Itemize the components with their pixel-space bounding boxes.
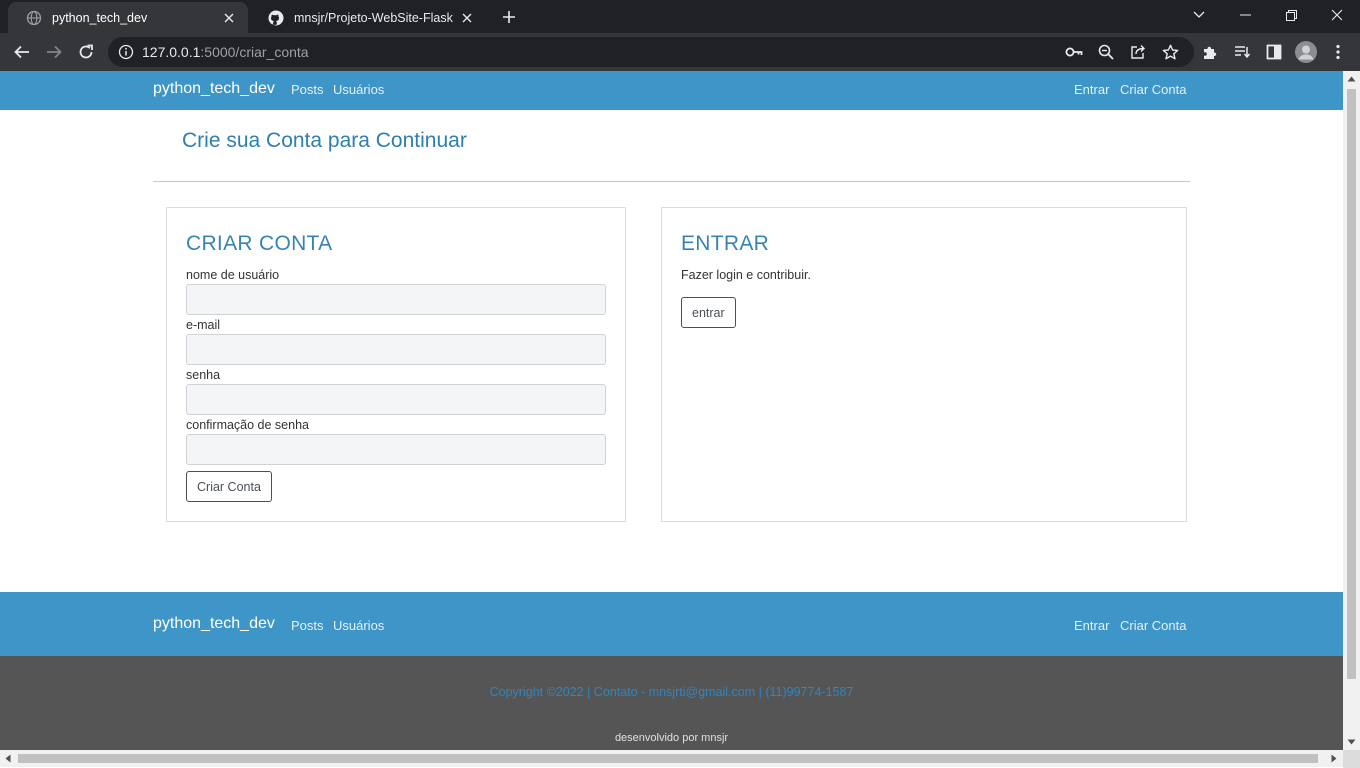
email-input[interactable]	[186, 334, 606, 365]
nav-link-login[interactable]: Entrar	[1074, 82, 1109, 97]
horizontal-scrollbar[interactable]	[0, 750, 1343, 767]
scroll-up-arrow-icon[interactable]	[1347, 76, 1356, 82]
signup-card-title: CRIAR CONTA	[186, 232, 333, 255]
github-icon	[268, 10, 284, 26]
extensions-puzzle-icon[interactable]	[1197, 39, 1223, 65]
url-host: 127.0.0.1	[142, 44, 201, 60]
signup-card: CRIAR CONTA nome de usuário e-mail senha…	[166, 207, 626, 522]
username-input[interactable]	[186, 284, 606, 315]
vertical-scroll-thumb[interactable]	[1347, 89, 1356, 679]
key-icon[interactable]	[1064, 42, 1084, 62]
scroll-down-arrow-icon[interactable]	[1347, 739, 1356, 745]
login-card: ENTRAR Fazer login e contribuir. entrar	[661, 207, 1187, 522]
tab-search-chevron-down-icon[interactable]	[1176, 0, 1222, 30]
footer-link-signup[interactable]: Criar Conta	[1120, 618, 1186, 633]
password-label: senha	[186, 368, 221, 382]
divider	[153, 181, 1190, 182]
browser-toolbar: 127.0.0.1:5000/criar_conta	[0, 33, 1360, 71]
globe-icon	[26, 10, 42, 26]
vertical-scrollbar[interactable]	[1343, 71, 1360, 750]
reload-icon[interactable]	[73, 39, 99, 65]
site-info-icon[interactable]	[118, 44, 134, 63]
footer-navbar: python_tech_dev Posts Usuários Entrar Cr…	[0, 592, 1343, 656]
side-panel-icon[interactable]	[1261, 39, 1287, 65]
tab-python-tech-dev[interactable]: python_tech_dev	[8, 2, 248, 33]
footer-link-posts[interactable]: Posts	[291, 618, 324, 633]
restore-button[interactable]	[1268, 0, 1314, 30]
zoom-out-icon[interactable]	[1096, 42, 1116, 62]
nav-link-signup[interactable]: Criar Conta	[1120, 82, 1186, 97]
top-navbar: python_tech_dev Posts Usuários Entrar Cr…	[0, 71, 1343, 110]
close-tab-icon[interactable]	[458, 9, 476, 27]
profile-avatar[interactable]	[1293, 39, 1319, 65]
horizontal-scroll-thumb[interactable]	[18, 754, 1318, 763]
web-page: python_tech_dev Posts Usuários Entrar Cr…	[0, 71, 1343, 750]
url-path: :5000/criar_conta	[200, 44, 309, 60]
footer-link-users[interactable]: Usuários	[333, 618, 384, 633]
close-window-button[interactable]	[1314, 0, 1360, 30]
create-account-button[interactable]: Criar Conta	[186, 471, 272, 502]
developed-by-text: desenvolvido por mnsjr	[614, 732, 729, 744]
tab-github-repo[interactable]: mnsjr/Projeto-WebSite-Flask	[250, 2, 486, 33]
address-bar[interactable]: 127.0.0.1:5000/criar_conta	[108, 37, 1194, 67]
footer-brand[interactable]: python_tech_dev	[153, 615, 275, 633]
scrollbar-corner	[1343, 750, 1360, 768]
copyright-text: Copyright ©2022 | Contato - mnsjrti@gmai…	[489, 685, 854, 699]
reading-list-icon[interactable]	[1229, 39, 1255, 65]
forward-arrow-icon[interactable]	[41, 39, 67, 65]
minimize-button[interactable]	[1222, 0, 1268, 30]
login-card-title: ENTRAR	[681, 232, 770, 255]
url-text: 127.0.0.1:5000/criar_conta	[142, 44, 309, 60]
login-button[interactable]: entrar	[681, 297, 736, 328]
tab-title: mnsjr/Projeto-WebSite-Flask	[294, 10, 453, 25]
nav-link-posts[interactable]: Posts	[291, 82, 324, 97]
confirm-password-label: confirmação de senha	[186, 418, 309, 432]
password-input[interactable]	[186, 384, 606, 415]
footer-bottom: Copyright ©2022 | Contato - mnsjrti@gmai…	[0, 656, 1343, 750]
share-icon[interactable]	[1128, 42, 1148, 62]
close-tab-icon[interactable]	[220, 9, 238, 27]
scroll-right-arrow-icon[interactable]	[1331, 754, 1337, 763]
menu-dots-icon[interactable]	[1325, 39, 1351, 65]
username-label: nome de usuário	[186, 268, 280, 282]
tab-title: python_tech_dev	[52, 10, 148, 25]
footer-link-login[interactable]: Entrar	[1074, 618, 1109, 633]
back-arrow-icon[interactable]	[9, 39, 35, 65]
nav-link-users[interactable]: Usuários	[333, 82, 384, 97]
new-tab-button[interactable]	[497, 5, 521, 29]
email-label: e-mail	[186, 318, 221, 332]
login-card-text: Fazer login e contribuir.	[681, 268, 811, 282]
page-title: Crie sua Conta para Continuar	[182, 129, 467, 152]
browser-tab-strip: python_tech_dev mnsjr/Projeto-WebSite-Fl…	[0, 0, 1360, 33]
bookmark-star-icon[interactable]	[1160, 42, 1180, 62]
confirm-password-input[interactable]	[186, 434, 606, 465]
scroll-left-arrow-icon[interactable]	[5, 754, 11, 763]
navbar-brand[interactable]: python_tech_dev	[153, 80, 275, 98]
